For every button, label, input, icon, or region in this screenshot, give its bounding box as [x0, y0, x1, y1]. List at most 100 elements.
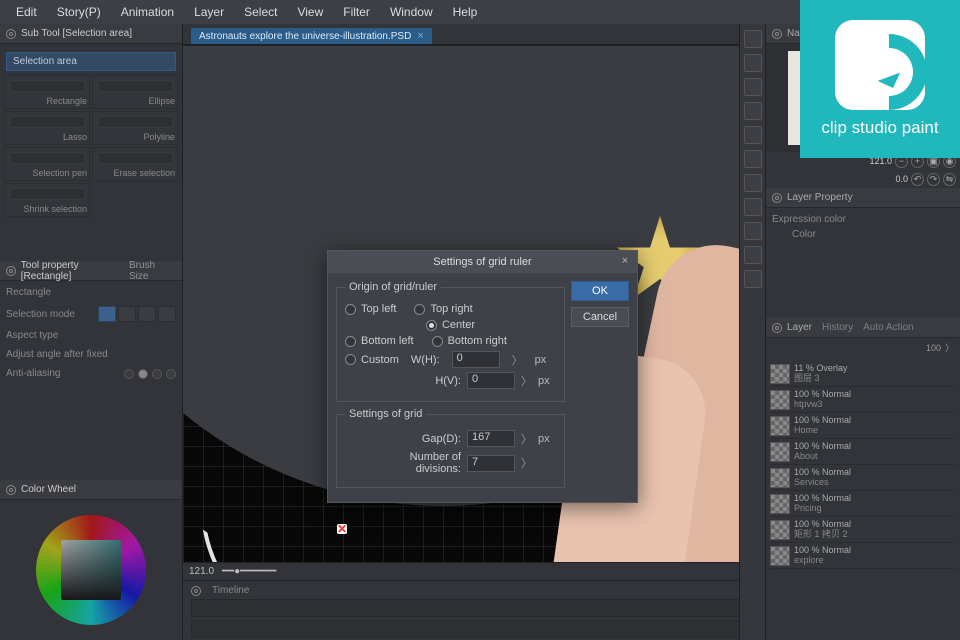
unit-px: px [538, 433, 556, 445]
subtool-shrink-selection[interactable]: Shrink selection [4, 183, 90, 217]
gear-icon[interactable] [191, 586, 201, 596]
gear-icon[interactable] [6, 266, 16, 276]
expression-color-dropdown[interactable]: Color [772, 229, 954, 240]
close-icon[interactable]: × [617, 253, 633, 269]
subtool-title: Sub Tool [Selection area] [21, 28, 132, 39]
layer-row[interactable]: 100 % NormalAbout [770, 439, 956, 465]
layer-row[interactable]: 100 % Normalexplore [770, 543, 956, 569]
layer-thumbnail [770, 494, 790, 514]
product-name: clip studio paint [821, 118, 938, 138]
subtool-panel: Selection area Rectangle Ellipse Lasso P… [0, 44, 182, 221]
menu-layer[interactable]: Layer [184, 5, 234, 19]
radio-bottom-right[interactable]: Bottom right [432, 335, 507, 347]
rotate-right-button[interactable]: ↷ [927, 173, 940, 186]
layer-thumbnail [770, 468, 790, 488]
fieldset-origin: Origin of grid/ruler Top left Top right … [336, 281, 565, 402]
document-tab[interactable]: Astronauts explore the universe-illustra… [191, 28, 432, 44]
label-adjust-angle: Adjust angle after fixed [6, 349, 108, 360]
dialog-title-bar[interactable]: Settings of grid ruler × [328, 251, 637, 273]
search-icon[interactable] [744, 30, 762, 48]
selection-mode-buttons[interactable] [98, 306, 176, 322]
material-icon[interactable] [744, 222, 762, 240]
subtool-erase-selection[interactable]: Erase selection [92, 147, 178, 181]
subtool-lasso[interactable]: Lasso [4, 111, 90, 145]
radio-top-right[interactable]: Top right [414, 303, 472, 315]
spinner-icon[interactable]: 〉 [521, 455, 532, 471]
app-window: Edit Story(P) Animation Layer Select Vie… [0, 0, 960, 640]
color-wheel[interactable] [0, 500, 182, 640]
product-badge: clip studio paint [800, 0, 960, 158]
gear-icon[interactable] [772, 323, 782, 333]
radio-custom[interactable]: Custom [345, 354, 399, 366]
layer-row[interactable]: 11 % Overlay图层 3 [770, 361, 956, 387]
menu-window[interactable]: Window [380, 5, 443, 19]
material-icon[interactable] [744, 246, 762, 264]
gear-icon[interactable] [6, 29, 16, 39]
cancel-button[interactable]: Cancel [571, 307, 629, 327]
zoom-slider[interactable]: ━━●━━━━━━ [222, 566, 276, 577]
layer-row[interactable]: 100 % NormalHome [770, 413, 956, 439]
menu-story[interactable]: Story(P) [47, 5, 111, 19]
subtool-rectangle[interactable]: Rectangle [4, 75, 90, 109]
material-icon[interactable] [744, 270, 762, 288]
material-icon[interactable] [744, 174, 762, 192]
material-icon[interactable] [744, 198, 762, 216]
subtool-ellipse[interactable]: Ellipse [92, 75, 178, 109]
opacity-spinner[interactable]: 〉 [945, 341, 954, 354]
gear-icon[interactable] [6, 485, 16, 495]
layer-row[interactable]: 100 % Normalhtpvw3 [770, 387, 956, 413]
subtool-tab-selection-area[interactable]: Selection area [6, 52, 176, 71]
spinner-icon[interactable]: 〉 [521, 373, 532, 389]
radio-top-left[interactable]: Top left [345, 303, 396, 315]
anchor-delete-icon[interactable]: ✕ [337, 524, 347, 534]
rotate-left-button[interactable]: ↶ [911, 173, 924, 186]
subview-icon[interactable] [744, 78, 762, 96]
material-icon[interactable] [744, 126, 762, 144]
layer-row[interactable]: 100 % Normal矩形 1 拷贝 2 [770, 517, 956, 543]
timeline-track[interactable] [191, 599, 757, 617]
subtool-selection-pen[interactable]: Selection pen [4, 147, 90, 181]
menu-view[interactable]: View [287, 5, 333, 19]
layer-row[interactable]: 100 % NormalPricing [770, 491, 956, 517]
tab-auto-action[interactable]: Auto Action [863, 322, 914, 333]
toolprop-tool-name: Rectangle [6, 287, 176, 298]
layer-thumbnail [770, 390, 790, 410]
menu-filter[interactable]: Filter [333, 5, 380, 19]
menu-help[interactable]: Help [443, 5, 488, 19]
label-anti-aliasing: Anti-aliasing [6, 368, 60, 379]
input-wh[interactable]: 0 [452, 351, 500, 368]
legend-origin: Origin of grid/ruler [345, 281, 441, 293]
close-icon[interactable]: × [417, 30, 423, 42]
spinner-icon[interactable]: 〉 [521, 431, 532, 447]
ok-button[interactable]: OK [571, 281, 629, 301]
menu-animation[interactable]: Animation [111, 5, 184, 19]
gear-icon[interactable] [772, 193, 782, 203]
menu-select[interactable]: Select [234, 5, 287, 19]
subtool-polyline[interactable]: Polyline [92, 111, 178, 145]
layer-row[interactable]: 100 % NormalServices [770, 465, 956, 491]
material-icon[interactable] [744, 102, 762, 120]
input-hv[interactable]: 0 [467, 372, 515, 389]
layerprop-title: Layer Property [787, 192, 853, 203]
input-divisions[interactable]: 7 [467, 455, 515, 472]
gear-icon[interactable] [772, 29, 782, 39]
layer-title: Layer [787, 322, 812, 333]
label-selection-mode: Selection mode [6, 309, 75, 320]
spinner-icon[interactable]: 〉 [512, 352, 523, 368]
radio-bottom-left[interactable]: Bottom left [345, 335, 414, 347]
anti-aliasing-buttons[interactable] [124, 369, 176, 379]
document-tab-bar: Astronauts explore the universe-illustra… [183, 24, 765, 44]
menu-edit[interactable]: Edit [6, 5, 47, 19]
toolprop-tab-brush-size[interactable]: Brush Size [129, 260, 176, 282]
tab-history[interactable]: History [822, 322, 853, 333]
timeline-track[interactable] [191, 620, 757, 638]
layer-opacity-value[interactable]: 100 [926, 343, 941, 353]
document-tab-label: Astronauts explore the universe-illustra… [199, 31, 411, 42]
input-gap[interactable]: 167 [467, 430, 515, 447]
layer-thumbnail [770, 520, 790, 540]
material-icon[interactable] [744, 150, 762, 168]
radio-center[interactable]: Center [426, 319, 475, 331]
colorwheel-header: Color Wheel [0, 480, 182, 500]
flip-button[interactable]: ⇋ [943, 173, 956, 186]
quickaccess-icon[interactable] [744, 54, 762, 72]
